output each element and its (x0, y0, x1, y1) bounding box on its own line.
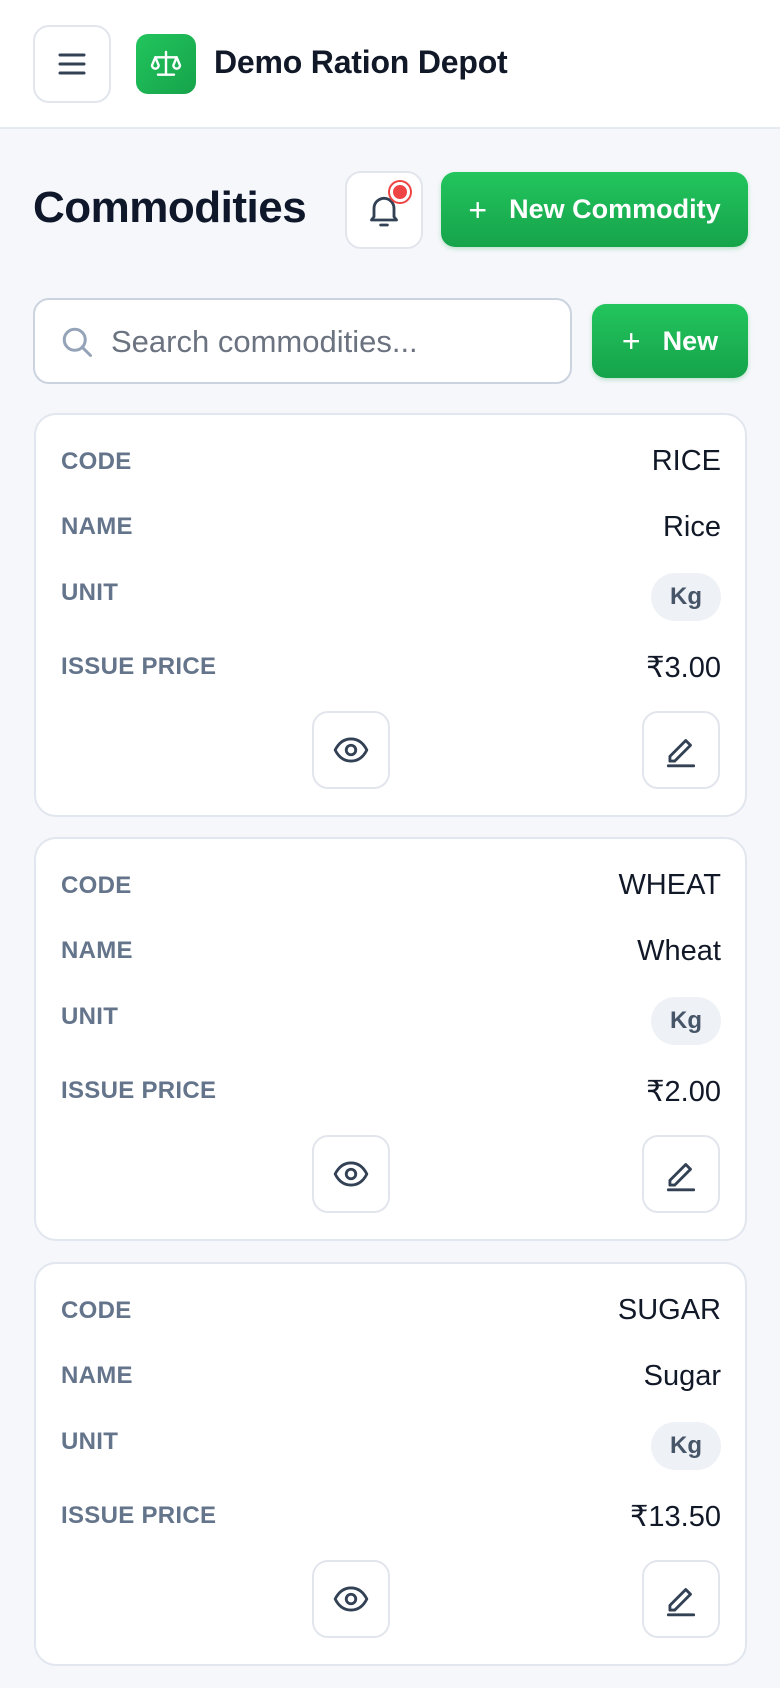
eye-icon (333, 1586, 369, 1612)
unit-badge: Kg (651, 997, 721, 1045)
new-commodity-button[interactable]: + New Commodity (441, 172, 748, 247)
issue-price-label: ISSUE PRICE (61, 1077, 217, 1104)
notification-dot (390, 182, 410, 202)
unit-label: UNIT (61, 1003, 119, 1030)
notifications-button[interactable] (345, 171, 423, 249)
search-input[interactable] (111, 318, 551, 366)
pencil-edit-icon (666, 1163, 696, 1192)
name-label: NAME (61, 1362, 133, 1389)
plus-icon: + (621, 323, 641, 359)
issue-price-label: ISSUE PRICE (61, 653, 217, 680)
app-title: Demo Ration Depot (214, 44, 508, 80)
page-title: Commodities (33, 183, 307, 232)
name-value: Wheat (637, 935, 721, 967)
plus-icon: + (468, 191, 488, 228)
unit-label: UNIT (61, 579, 119, 606)
view-button[interactable] (312, 711, 390, 789)
commodity-card: CODE WHEAT NAME Wheat UNIT Kg ISSUE PRIC… (34, 837, 747, 1241)
edit-button[interactable] (642, 711, 720, 789)
app-logo (136, 34, 196, 94)
view-button[interactable] (312, 1560, 390, 1638)
top-bar: Demo Ration Depot (0, 0, 780, 129)
code-label: CODE (61, 872, 132, 899)
name-label: NAME (61, 513, 133, 540)
search-box (33, 298, 572, 384)
unit-label: UNIT (61, 1428, 119, 1455)
commodity-card: CODE RICE NAME Rice UNIT Kg ISSUE PRICE … (34, 413, 747, 817)
code-value: RICE (651, 445, 721, 477)
code-value: WHEAT (618, 869, 721, 901)
new-commodity-label: New Commodity (509, 194, 721, 224)
search-icon (62, 327, 92, 357)
code-value: SUGAR (617, 1294, 721, 1326)
name-label: NAME (61, 937, 133, 964)
name-value: Sugar (643, 1360, 721, 1392)
code-label: CODE (61, 1297, 132, 1324)
view-button[interactable] (312, 1135, 390, 1213)
scale-balance-icon (150, 50, 182, 76)
issue-price-value: ₹3.00 (646, 652, 721, 684)
pencil-edit-icon (666, 739, 696, 768)
name-value: Rice (662, 511, 721, 543)
edit-button[interactable] (642, 1560, 720, 1638)
eye-icon (333, 737, 369, 763)
menu-button[interactable] (33, 25, 111, 103)
issue-price-value: ₹2.00 (646, 1076, 721, 1108)
eye-icon (333, 1161, 369, 1187)
edit-button[interactable] (642, 1135, 720, 1213)
hamburger-menu-icon (58, 53, 86, 75)
issue-price-value: ₹13.50 (629, 1501, 721, 1533)
unit-badge: Kg (651, 573, 721, 621)
unit-badge: Kg (651, 1422, 721, 1470)
issue-price-label: ISSUE PRICE (61, 1502, 217, 1529)
new-label: New (662, 325, 719, 356)
commodity-card: CODE SUGAR NAME Sugar UNIT Kg ISSUE PRIC… (34, 1262, 747, 1666)
pencil-edit-icon (666, 1588, 696, 1617)
new-button[interactable]: + New (592, 304, 748, 378)
code-label: CODE (61, 448, 132, 475)
